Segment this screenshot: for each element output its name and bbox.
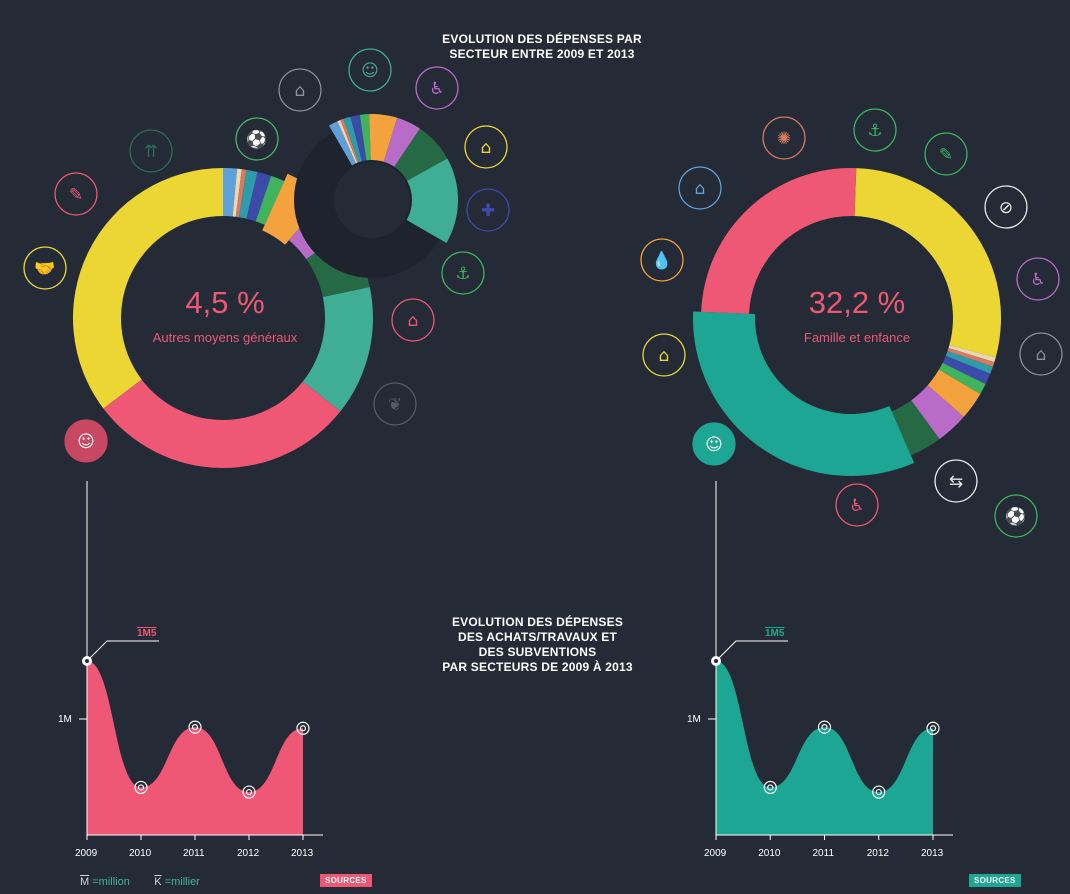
family-icon: ☺ <box>348 48 392 92</box>
svg-text:⇆: ⇆ <box>949 472 963 492</box>
legend-m-symbol: M <box>80 876 90 888</box>
right-ymark: 1M <box>687 714 701 725</box>
x-tick-label: 2009 <box>704 848 727 859</box>
house-city-icon: ⌂ <box>1019 332 1063 376</box>
chart-canvas: 🤝 ✎ ⇈ ⚽ ⌂ ☺ ♿ ⌂ ✚ ⚓ ⌂ ❦ ✺ ⚓ ✎ ⊘ ♿ ⌂ ⚽ ⇆ ♿ ⌂ 💧 ⌂ ☺ ☺ <box>23 48 1063 840</box>
svg-text:♿: ♿ <box>849 496 864 516</box>
road-icon: ⇈ <box>129 129 173 173</box>
svg-text:✚: ✚ <box>481 201 495 221</box>
peak-leader <box>86 640 159 662</box>
svg-text:⌂: ⌂ <box>295 81 306 101</box>
svg-text:❦: ❦ <box>388 395 402 415</box>
svg-text:✎: ✎ <box>939 145 953 165</box>
zoom-hole <box>334 162 410 238</box>
family-selected-icon: ☺ <box>692 422 736 466</box>
directions-icon: ⇆ <box>934 459 978 503</box>
svg-text:✎: ✎ <box>69 185 83 205</box>
svg-text:☺: ☺ <box>77 432 95 452</box>
x-tick-label: 2013 <box>921 848 944 859</box>
data-point-core <box>85 659 89 663</box>
x-tick-label: 2010 <box>758 848 781 859</box>
area-fill <box>716 661 933 835</box>
anchor-icon: ⚓ <box>441 251 485 295</box>
x-tick-label: 2012 <box>866 848 889 859</box>
house-city-icon: ⌂ <box>278 68 322 112</box>
wheelchair-icon: ♿ <box>415 66 459 110</box>
svg-text:♿: ♿ <box>429 79 444 99</box>
svg-text:☺: ☺ <box>361 61 379 81</box>
svg-text:⌂: ⌂ <box>1036 345 1047 365</box>
left-center-value: 4,5 % <box>185 285 265 320</box>
svg-text:⌂: ⌂ <box>695 179 706 199</box>
svg-text:⇈: ⇈ <box>144 142 158 162</box>
wheelchair-icon: ♿ <box>1016 257 1060 301</box>
legend-m-text: =million <box>92 876 130 888</box>
house-wifi-icon: ⌂ <box>391 298 435 342</box>
houses-icon: ⌂ <box>678 166 722 210</box>
svg-text:⚽: ⚽ <box>1004 506 1026 527</box>
svg-text:⚓: ⚓ <box>455 264 470 284</box>
left-center-label: Autres moyens généraux <box>152 330 298 345</box>
sources-button-right[interactable]: SOURCES <box>969 874 1021 887</box>
football-icon: ⚽ <box>994 494 1038 538</box>
elderly-icon: ♿ <box>835 483 879 527</box>
water-drop-icon: 💧 <box>640 238 684 282</box>
svg-text:☺: ☺ <box>705 435 723 455</box>
svg-text:🤝: 🤝 <box>34 259 55 279</box>
area-fill <box>87 661 303 835</box>
peak-leader <box>715 640 788 662</box>
sources-button-left[interactable]: SOURCES <box>320 874 372 887</box>
svg-text:⌂: ⌂ <box>659 346 670 366</box>
x-tick-label: 2009 <box>75 848 98 859</box>
svg-text:⌂: ⌂ <box>481 138 492 158</box>
svg-text:♿: ♿ <box>1030 270 1045 290</box>
left-ymark: 1M <box>58 714 72 725</box>
legend: M =million K =millier <box>80 876 200 888</box>
right-peak-label: 1M5 <box>765 628 785 639</box>
data-point-core <box>714 659 718 663</box>
pencil-icon: ✎ <box>54 172 98 216</box>
svg-text:✺: ✺ <box>777 129 791 149</box>
no-entry-icon: ⊘ <box>984 185 1028 229</box>
leaf-icon: ❦ <box>373 382 417 426</box>
svg-text:⚓: ⚓ <box>867 121 882 141</box>
football-icon: ⚽ <box>235 117 279 161</box>
svg-text:💧: 💧 <box>651 250 672 271</box>
book-icon: ✎ <box>924 132 968 176</box>
handshake-icon: 🤝 <box>23 246 67 290</box>
right-center-label: Famille et enfance <box>803 330 911 345</box>
house-icon: ⌂ <box>642 333 686 377</box>
area-chart-right <box>708 481 953 840</box>
donut-slice[interactable] <box>103 379 341 468</box>
donut-right[interactable] <box>693 167 1001 476</box>
house-icon: ⌂ <box>464 125 508 169</box>
anchor-icon: ⚓ <box>853 108 897 152</box>
x-tick-label: 2010 <box>129 848 152 859</box>
x-tick-label: 2013 <box>291 848 314 859</box>
mandala-icon: ✺ <box>762 116 806 160</box>
svg-text:⚽: ⚽ <box>245 129 267 150</box>
x-tick-label: 2011 <box>183 848 205 859</box>
right-center-value: 32,2 % <box>808 285 906 320</box>
x-tick-label: 2012 <box>237 848 260 859</box>
svg-text:⌂: ⌂ <box>408 311 419 331</box>
bandage-icon: ✚ <box>466 188 510 232</box>
legend-k-symbol: K <box>154 876 162 888</box>
x-tick-label: 2011 <box>812 848 835 859</box>
people-group-icon: ☺ <box>64 419 108 463</box>
svg-text:⊘: ⊘ <box>999 198 1013 218</box>
legend-k-text: =millier <box>164 876 200 888</box>
left-peak-label: 1M5 <box>137 628 157 639</box>
area-chart-left <box>79 481 323 840</box>
